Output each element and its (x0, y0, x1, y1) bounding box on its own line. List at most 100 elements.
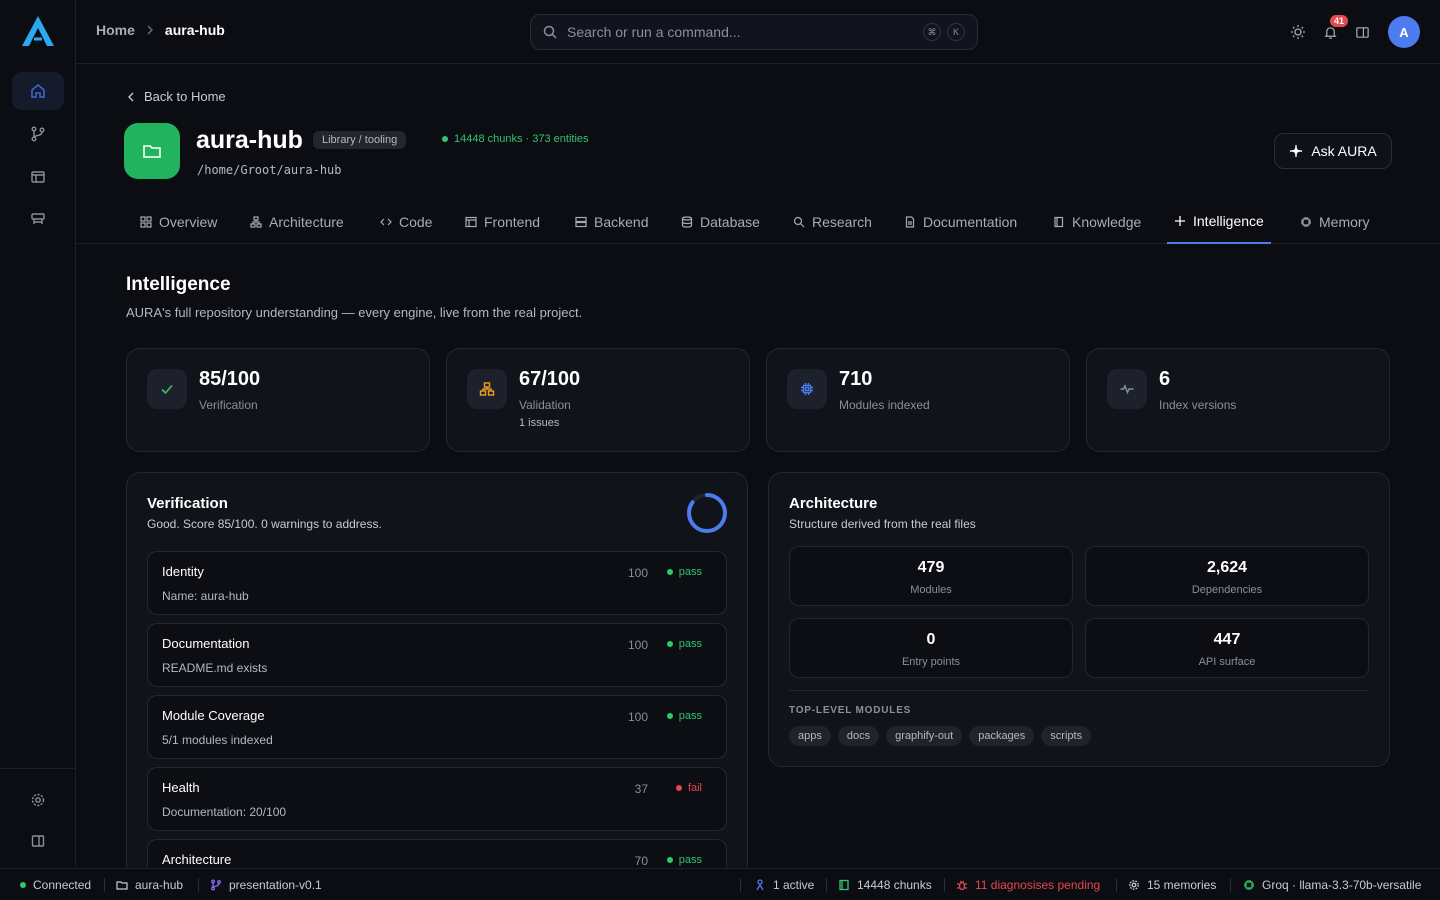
search-icon (543, 25, 557, 39)
panel-toggle[interactable] (1350, 20, 1374, 44)
sidebar-git[interactable] (12, 115, 64, 153)
ask-aura-label: Ask AURA (1311, 143, 1377, 159)
section-subtitle: AURA's full repository understanding — e… (126, 305, 583, 320)
theme-toggle[interactable] (1286, 20, 1310, 44)
aura-logo[interactable] (20, 14, 56, 48)
tab-label: Intelligence (1193, 213, 1264, 229)
sidebar-layout[interactable] (12, 158, 64, 196)
check-score: 100 (627, 638, 648, 652)
metric-api-surface: 447 API surface (1085, 618, 1369, 678)
project-status[interactable]: aura-hub (116, 878, 183, 892)
book-icon (1054, 216, 1064, 228)
check-status: pass (666, 710, 702, 722)
stat-label: Validation (519, 398, 571, 412)
tab-label: Frontend (484, 214, 541, 230)
sidebar-settings[interactable] (12, 781, 64, 819)
model-status[interactable]: Groq · llama-3.3-70b-versatile (1243, 878, 1421, 892)
tab-documentation[interactable]: Documentation (897, 200, 1024, 244)
ask-aura-button[interactable]: Ask AURA (1274, 133, 1392, 169)
model-label: Groq · llama-3.3-70b-versatile (1262, 878, 1422, 892)
tab-research[interactable]: Research (786, 200, 879, 244)
breadcrumb-current: aura-hub (164, 22, 225, 38)
metric-label: API surface (1198, 656, 1256, 668)
avatar[interactable]: A (1388, 16, 1420, 48)
divider (1230, 878, 1231, 892)
tab-frontend[interactable]: Frontend (458, 200, 547, 244)
agents-status[interactable]: 1 active (754, 878, 814, 892)
architecture-panel: Architecture Structure derived from the … (768, 472, 1390, 767)
check-row-identity[interactable]: Identity Name: aura-hub 100 pass (147, 551, 727, 615)
tab-label: Research (812, 214, 872, 230)
chunks-label: 14448 chunks (857, 878, 932, 892)
check-row-module-coverage[interactable]: Module Coverage 5/1 modules indexed 100 … (147, 695, 727, 759)
diagnoses-status[interactable]: 11 diagnosises pending (956, 878, 1100, 892)
search-icon (793, 216, 805, 228)
layout-icon (31, 171, 45, 183)
chevron-left-icon (128, 92, 134, 101)
sidebar-storage[interactable] (12, 200, 64, 238)
check-detail: Documentation: 20/100 (162, 805, 287, 819)
notifications-button[interactable]: 41 (1318, 15, 1348, 44)
chip-icon (1301, 217, 1311, 227)
stat-card-modules: 710 Modules indexed (766, 348, 1070, 452)
metric-value: 479 (917, 559, 945, 576)
module-chip[interactable]: docs (837, 726, 880, 746)
module-chip[interactable]: graphify-out (886, 726, 963, 746)
sidebar (0, 0, 76, 868)
tab-knowledge[interactable]: Knowledge (1046, 200, 1148, 244)
layout-icon (465, 216, 477, 228)
module-chip[interactable]: scripts (1041, 726, 1092, 746)
status-dot (666, 857, 673, 863)
metric-label: Entry points (901, 656, 961, 668)
stat-value: 67/100 (519, 368, 581, 390)
search-input[interactable] (567, 24, 917, 40)
connection-status[interactable]: Connected (20, 878, 91, 892)
home-icon (31, 84, 45, 98)
module-chip[interactable]: packages (969, 726, 1035, 746)
panel-icon (31, 835, 45, 847)
metric-dependencies: 2,624 Dependencies (1085, 546, 1369, 606)
tab-code[interactable]: Code (373, 200, 439, 244)
module-chip[interactable]: apps (789, 726, 831, 746)
tab-memory[interactable]: Memory (1293, 200, 1377, 244)
tab-overview[interactable]: Overview (133, 200, 224, 244)
git-branch-icon (31, 126, 45, 142)
check-status: pass (666, 566, 702, 578)
divider (944, 878, 945, 892)
check-row-health[interactable]: Health Documentation: 20/100 37 fail (147, 767, 727, 831)
chunks-status[interactable]: 14448 chunks (838, 878, 932, 892)
divider (789, 690, 1369, 691)
tab-architecture[interactable]: Architecture (243, 200, 351, 244)
breadcrumb-home[interactable]: Home (96, 22, 135, 38)
activity-icon (1107, 369, 1147, 409)
check-status-label: pass (678, 854, 702, 866)
project-icon (124, 123, 180, 179)
check-status: fail (675, 782, 702, 794)
sidebar-collapse[interactable] (12, 822, 64, 860)
check-row-documentation[interactable]: Documentation README.md exists 100 pass (147, 623, 727, 687)
panel-icon (1355, 26, 1369, 38)
back-link[interactable]: Back to Home (126, 89, 226, 104)
tab-intelligence[interactable]: Intelligence (1167, 200, 1271, 244)
modules-heading: TOP-LEVEL MODULES (789, 705, 912, 716)
sidebar-home[interactable] (12, 72, 64, 110)
tab-backend[interactable]: Backend (568, 200, 655, 244)
command-search[interactable]: ⌘ K (530, 14, 978, 50)
memories-status[interactable]: 15 memories (1128, 878, 1216, 892)
tab-label: Knowledge (1072, 214, 1142, 230)
check-score: 100 (627, 710, 648, 724)
bug-icon (957, 880, 967, 891)
stat-extra: 1 issues (519, 417, 560, 429)
chevron-right-icon (145, 22, 155, 38)
check-name: Health (162, 780, 200, 795)
database-icon (681, 216, 693, 228)
branch-status[interactable]: presentation-v0.1 (210, 878, 322, 892)
sidebar-divider (0, 768, 76, 769)
shortcut-k: K (947, 23, 965, 41)
gear-icon (1129, 880, 1139, 890)
book-icon (839, 879, 849, 891)
project-type-badge: Library / tooling (313, 131, 407, 149)
tab-database[interactable]: Database (674, 200, 767, 244)
notification-badge: 41 (1329, 15, 1348, 27)
diagnoses-label: 11 diagnosises pending (975, 878, 1101, 892)
